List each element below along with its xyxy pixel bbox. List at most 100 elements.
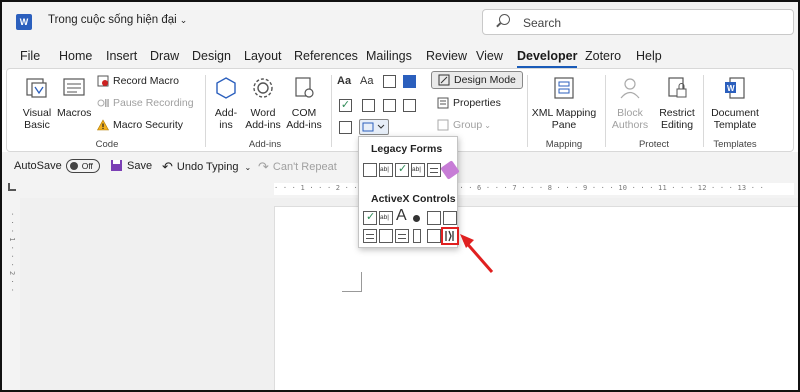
building-block-control-icon[interactable] <box>403 75 416 88</box>
ribbon-tabs: File Home Insert Draw Design Layout Refe… <box>2 42 798 70</box>
date-picker-control-icon[interactable] <box>403 99 416 112</box>
properties-icon <box>437 97 449 109</box>
activex-text-box-icon[interactable] <box>379 211 393 225</box>
xml-mapping-pane-button[interactable]: XML Mapping Pane <box>531 75 597 131</box>
word-add-ins-button[interactable]: Word Add-ins <box>245 75 281 131</box>
group-label-code: Code <box>95 139 119 150</box>
autosave-toggle[interactable]: AutoSave Off <box>14 159 100 173</box>
document-template-button[interactable]: W Document Template <box>707 75 763 131</box>
tab-layout[interactable]: Layout <box>244 49 282 63</box>
pause-recording-button[interactable]: Pause Recording <box>97 97 194 109</box>
plain-text-control-icon[interactable]: Aa <box>360 75 373 87</box>
visual-basic-label: Visual Basic <box>22 107 52 131</box>
macro-security-label: Macro Security <box>113 119 184 131</box>
autosave-label: AutoSave <box>14 160 62 172</box>
legacy-combo-box-icon[interactable] <box>411 163 425 177</box>
warning-icon <box>97 119 109 131</box>
block-authors-button[interactable]: Block Authors <box>611 75 649 131</box>
activex-spin-button-icon[interactable] <box>443 211 457 225</box>
tab-design[interactable]: Design <box>192 49 231 63</box>
tab-home[interactable]: Home <box>59 49 92 63</box>
legacy-text-field-icon[interactable] <box>379 163 393 177</box>
visual-basic-button[interactable]: Visual Basic <box>15 75 59 131</box>
legacy-tools-dropdown: Legacy Forms ActiveX Controls A <box>358 136 460 248</box>
repeat-button[interactable]: ↷ Can't Repeat <box>258 159 337 175</box>
design-mode-button[interactable]: Design Mode <box>431 71 523 89</box>
activex-toggle-button-icon[interactable] <box>427 229 441 243</box>
legacy-tools-button[interactable] <box>359 119 389 135</box>
document-title-text: Trong cuộc sống hiện đại <box>48 14 177 26</box>
group-label-mapping: Mapping <box>545 139 583 150</box>
combo-box-control-icon[interactable] <box>362 99 375 112</box>
tab-selector-icon[interactable] <box>8 183 16 191</box>
group-button[interactable]: Group ⌄ <box>437 119 491 131</box>
tab-insert[interactable]: Insert <box>106 49 137 63</box>
legacy-checkbox-icon[interactable] <box>395 162 409 177</box>
restrict-editing-label: Restrict Editing <box>659 107 695 131</box>
tab-file[interactable]: File <box>20 49 40 63</box>
activex-combo-box-icon[interactable] <box>395 229 409 243</box>
design-mode-icon <box>438 74 450 86</box>
properties-button[interactable]: Properties <box>437 97 501 109</box>
legacy-list-icon[interactable] <box>427 163 441 177</box>
tab-references[interactable]: References <box>294 49 358 63</box>
record-macro-icon <box>97 75 109 87</box>
group-icon <box>437 119 449 131</box>
undo-button[interactable]: ↶ Undo Typing ⌄ <box>162 159 251 175</box>
rich-text-control-icon[interactable]: Aa <box>337 75 351 87</box>
visual-basic-icon <box>26 78 47 98</box>
undo-label: Undo Typing <box>176 161 239 173</box>
activex-list-box-icon[interactable] <box>363 229 377 243</box>
restrict-editing-button[interactable]: Restrict Editing <box>657 75 697 131</box>
tab-draw[interactable]: Draw <box>150 49 179 63</box>
com-add-ins-icon <box>295 77 314 98</box>
tab-help[interactable]: Help <box>636 49 662 63</box>
activex-image-icon[interactable] <box>427 211 441 225</box>
vertical-ruler-marks: · · · 1 · · · 2 · · <box>8 212 16 293</box>
tab-mailings[interactable]: Mailings <box>366 49 412 63</box>
word-add-ins-label: Word Add-ins <box>245 107 281 131</box>
xml-mapping-pane-label: XML Mapping Pane <box>531 107 597 131</box>
macro-security-button[interactable]: Macro Security <box>97 119 183 131</box>
tab-review[interactable]: Review <box>426 49 467 63</box>
tab-view[interactable]: View <box>476 49 503 63</box>
search-placeholder: Search <box>523 16 562 30</box>
repeat-label: Can't Repeat <box>272 161 337 173</box>
save-button[interactable]: Save <box>110 159 152 172</box>
autosave-switch[interactable]: Off <box>65 159 100 173</box>
design-mode-label: Design Mode <box>454 74 516 86</box>
macros-button[interactable]: Macros <box>57 75 91 119</box>
activex-label-icon[interactable]: A <box>396 207 407 225</box>
repeat-icon: ↷ <box>258 159 269 174</box>
record-macro-button[interactable]: Record Macro <box>97 75 179 87</box>
document-title[interactable]: Trong cuộc sống hiện đại ⌄ <box>48 14 187 26</box>
picture-control-icon[interactable] <box>383 75 396 88</box>
com-add-ins-button[interactable]: COM Add-ins <box>285 75 323 131</box>
dropdown-list-control-icon[interactable] <box>383 99 396 112</box>
checkbox-control-icon[interactable]: ✓ <box>339 99 352 112</box>
chevron-down-icon[interactable]: ⌄ <box>244 163 251 172</box>
lock-icon <box>668 77 687 98</box>
activex-option-button-icon[interactable] <box>413 215 420 222</box>
group-label-protect: Protect <box>638 139 670 150</box>
activex-scroll-bar-icon[interactable] <box>413 229 421 243</box>
tab-zotero[interactable]: Zotero <box>585 49 621 63</box>
eraser-icon[interactable] <box>440 160 460 180</box>
activex-checkbox-icon[interactable] <box>363 210 377 225</box>
search-box[interactable]: Search <box>482 9 794 35</box>
group-separator <box>527 75 528 147</box>
add-ins-button[interactable]: Add-ins <box>211 75 241 131</box>
save-icon <box>111 160 122 171</box>
document-template-label: Document Template <box>711 107 759 131</box>
tab-developer[interactable]: Developer <box>517 49 578 68</box>
legacy-form-field-icon[interactable] <box>363 163 377 177</box>
pause-recording-label: Pause Recording <box>113 97 194 109</box>
word-window: W Trong cuộc sống hiện đại ⌄ Search File … <box>0 0 800 392</box>
document-page[interactable] <box>274 206 798 390</box>
activex-command-button-icon[interactable] <box>379 229 393 243</box>
ruler-marks: · · · 1 · · · 2 · · · 3 · · · 4 · · · 5 … <box>274 184 764 192</box>
group-separator <box>703 75 704 147</box>
macros-icon <box>63 78 85 96</box>
group-separator <box>331 75 332 147</box>
repeating-section-control-icon[interactable] <box>339 121 352 134</box>
